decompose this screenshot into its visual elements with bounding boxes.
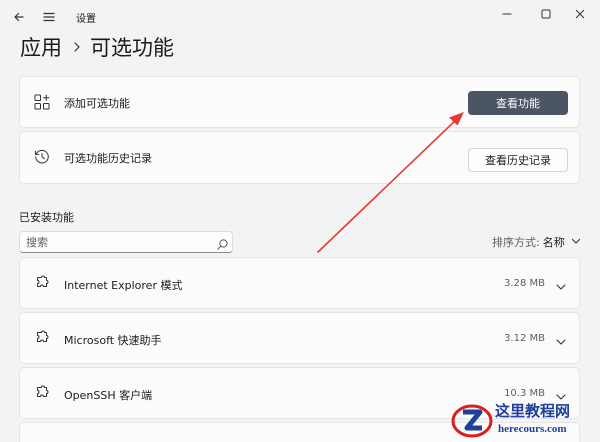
feature-name: Internet Explorer 模式	[64, 279, 183, 292]
chevron-down-icon[interactable]	[571, 236, 581, 249]
puzzle-icon	[33, 384, 51, 402]
list-item[interactable]: Microsoft 快速助手 3.12 MB	[19, 312, 580, 364]
feature-name: Microsoft 快速助手	[64, 334, 162, 347]
puzzle-icon	[33, 274, 51, 292]
search-input[interactable]	[26, 234, 206, 250]
view-history-button[interactable]: 查看历史记录	[468, 148, 568, 172]
feature-history-label: 可选功能历史记录	[64, 152, 152, 165]
add-feature-card: 添加可选功能 查看功能	[19, 76, 580, 128]
installed-features-heading: 已安装功能	[19, 211, 74, 224]
feature-size: 3.12 MB	[504, 333, 545, 344]
view-features-button[interactable]: 查看功能	[468, 91, 568, 115]
watermark-url: herecours.com	[498, 423, 567, 435]
breadcrumb-current: 可选功能	[90, 36, 174, 60]
chevron-down-icon[interactable]	[555, 333, 567, 345]
watermark: 这里教程网 herecours.com	[446, 398, 600, 442]
history-icon	[33, 148, 51, 166]
feature-name: OpenSSH 客户端	[64, 389, 153, 402]
watermark-logo-icon	[451, 404, 493, 438]
breadcrumb: 应用 可选功能	[20, 32, 174, 62]
hamburger-menu-icon[interactable]	[38, 6, 60, 28]
chevron-right-icon	[73, 41, 81, 53]
sort-value[interactable]: 名称	[543, 234, 565, 250]
feature-history-card: 可选功能历史记录 查看历史记录	[19, 131, 580, 184]
list-item[interactable]: Internet Explorer 模式 3.28 MB	[19, 257, 580, 309]
sort-label: 排序方式:	[492, 236, 540, 249]
window-title: 设置	[76, 14, 96, 25]
puzzle-icon	[33, 329, 51, 347]
close-icon	[575, 9, 585, 19]
maximize-icon	[541, 9, 551, 19]
minimize-icon	[502, 13, 512, 15]
watermark-title: 这里教程网	[495, 402, 571, 420]
title-bar: 设置	[0, 0, 600, 32]
feature-size: 3.28 MB	[504, 278, 545, 289]
search-icon[interactable]	[216, 236, 229, 250]
chevron-down-icon[interactable]	[555, 278, 567, 290]
close-button[interactable]	[557, 0, 600, 28]
breadcrumb-parent[interactable]: 应用	[20, 32, 62, 62]
search-box[interactable]	[19, 231, 233, 253]
add-feature-icon	[33, 93, 51, 111]
add-feature-label: 添加可选功能	[64, 97, 130, 110]
back-arrow-icon[interactable]	[8, 6, 30, 28]
sort-control[interactable]: 排序方式: 名称	[492, 234, 581, 250]
